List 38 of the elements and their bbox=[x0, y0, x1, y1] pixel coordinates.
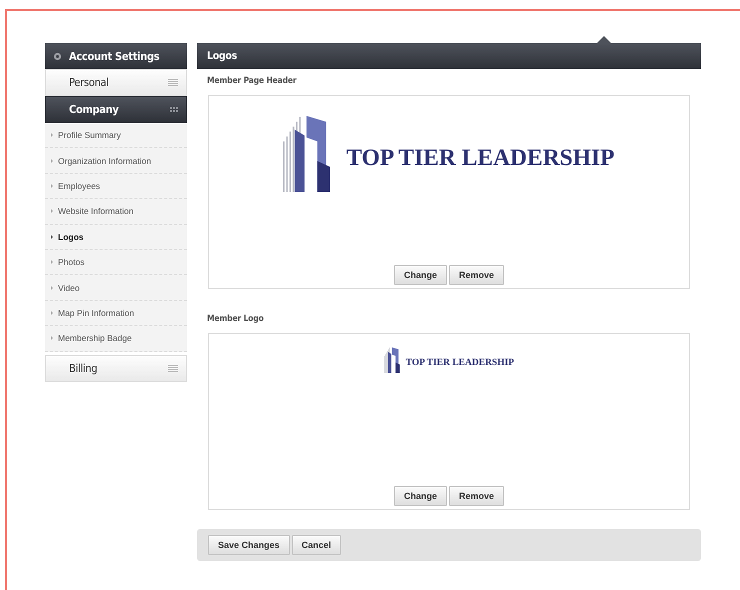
caret-icon bbox=[51, 184, 53, 188]
form-button[interactable]: Save Changes bbox=[208, 535, 290, 555]
sidebar-item[interactable]: Website Information bbox=[45, 199, 187, 225]
caret-icon bbox=[51, 133, 53, 138]
sidebar-title: Account Settings bbox=[69, 50, 160, 62]
image-button[interactable]: Change bbox=[394, 486, 447, 506]
caret-icon bbox=[51, 209, 53, 214]
form-button[interactable]: Cancel bbox=[292, 535, 342, 555]
sidebar-item[interactable]: Video bbox=[45, 275, 187, 301]
logo-text: TOP TIER LEADERSHIP bbox=[346, 145, 615, 172]
sidebar-section[interactable]: Billing bbox=[45, 354, 187, 382]
caret-icon bbox=[51, 286, 53, 290]
caret-icon bbox=[51, 310, 53, 315]
sidebar-item[interactable]: Membership Badge bbox=[45, 326, 187, 352]
caret-icon bbox=[51, 336, 53, 340]
sidebar-item[interactable]: Photos bbox=[45, 250, 187, 276]
sidebar-section[interactable]: Company bbox=[45, 96, 187, 123]
sidebar-item[interactable]: Employees bbox=[45, 174, 187, 200]
caret-icon bbox=[51, 260, 53, 264]
grid-icon bbox=[170, 107, 178, 112]
field-label: Member Logo bbox=[207, 314, 265, 324]
sidebar-item[interactable]: Profile Summary bbox=[45, 123, 187, 148]
sidebar-item[interactable]: Map Pin Information bbox=[45, 300, 187, 326]
menu-icon bbox=[168, 79, 178, 86]
sidebar-item[interactable]: Organization Information bbox=[45, 148, 187, 174]
image-button[interactable]: Change bbox=[394, 265, 447, 285]
caret-icon bbox=[51, 234, 53, 239]
menu-icon bbox=[168, 364, 178, 372]
image-button[interactable]: Remove bbox=[449, 265, 504, 285]
image-button[interactable]: Remove bbox=[449, 486, 504, 506]
sidebar-section[interactable]: Personal bbox=[45, 69, 187, 96]
sidebar-item[interactable]: Logos bbox=[45, 224, 187, 250]
gear-icon bbox=[53, 52, 62, 60]
logo-text: TOP TIER LEADERSHIP bbox=[406, 358, 514, 368]
panel-title: Logos bbox=[207, 50, 237, 62]
field-label: Member Page Header bbox=[207, 76, 298, 86]
building-icon bbox=[384, 346, 402, 374]
caret-icon bbox=[51, 158, 53, 163]
